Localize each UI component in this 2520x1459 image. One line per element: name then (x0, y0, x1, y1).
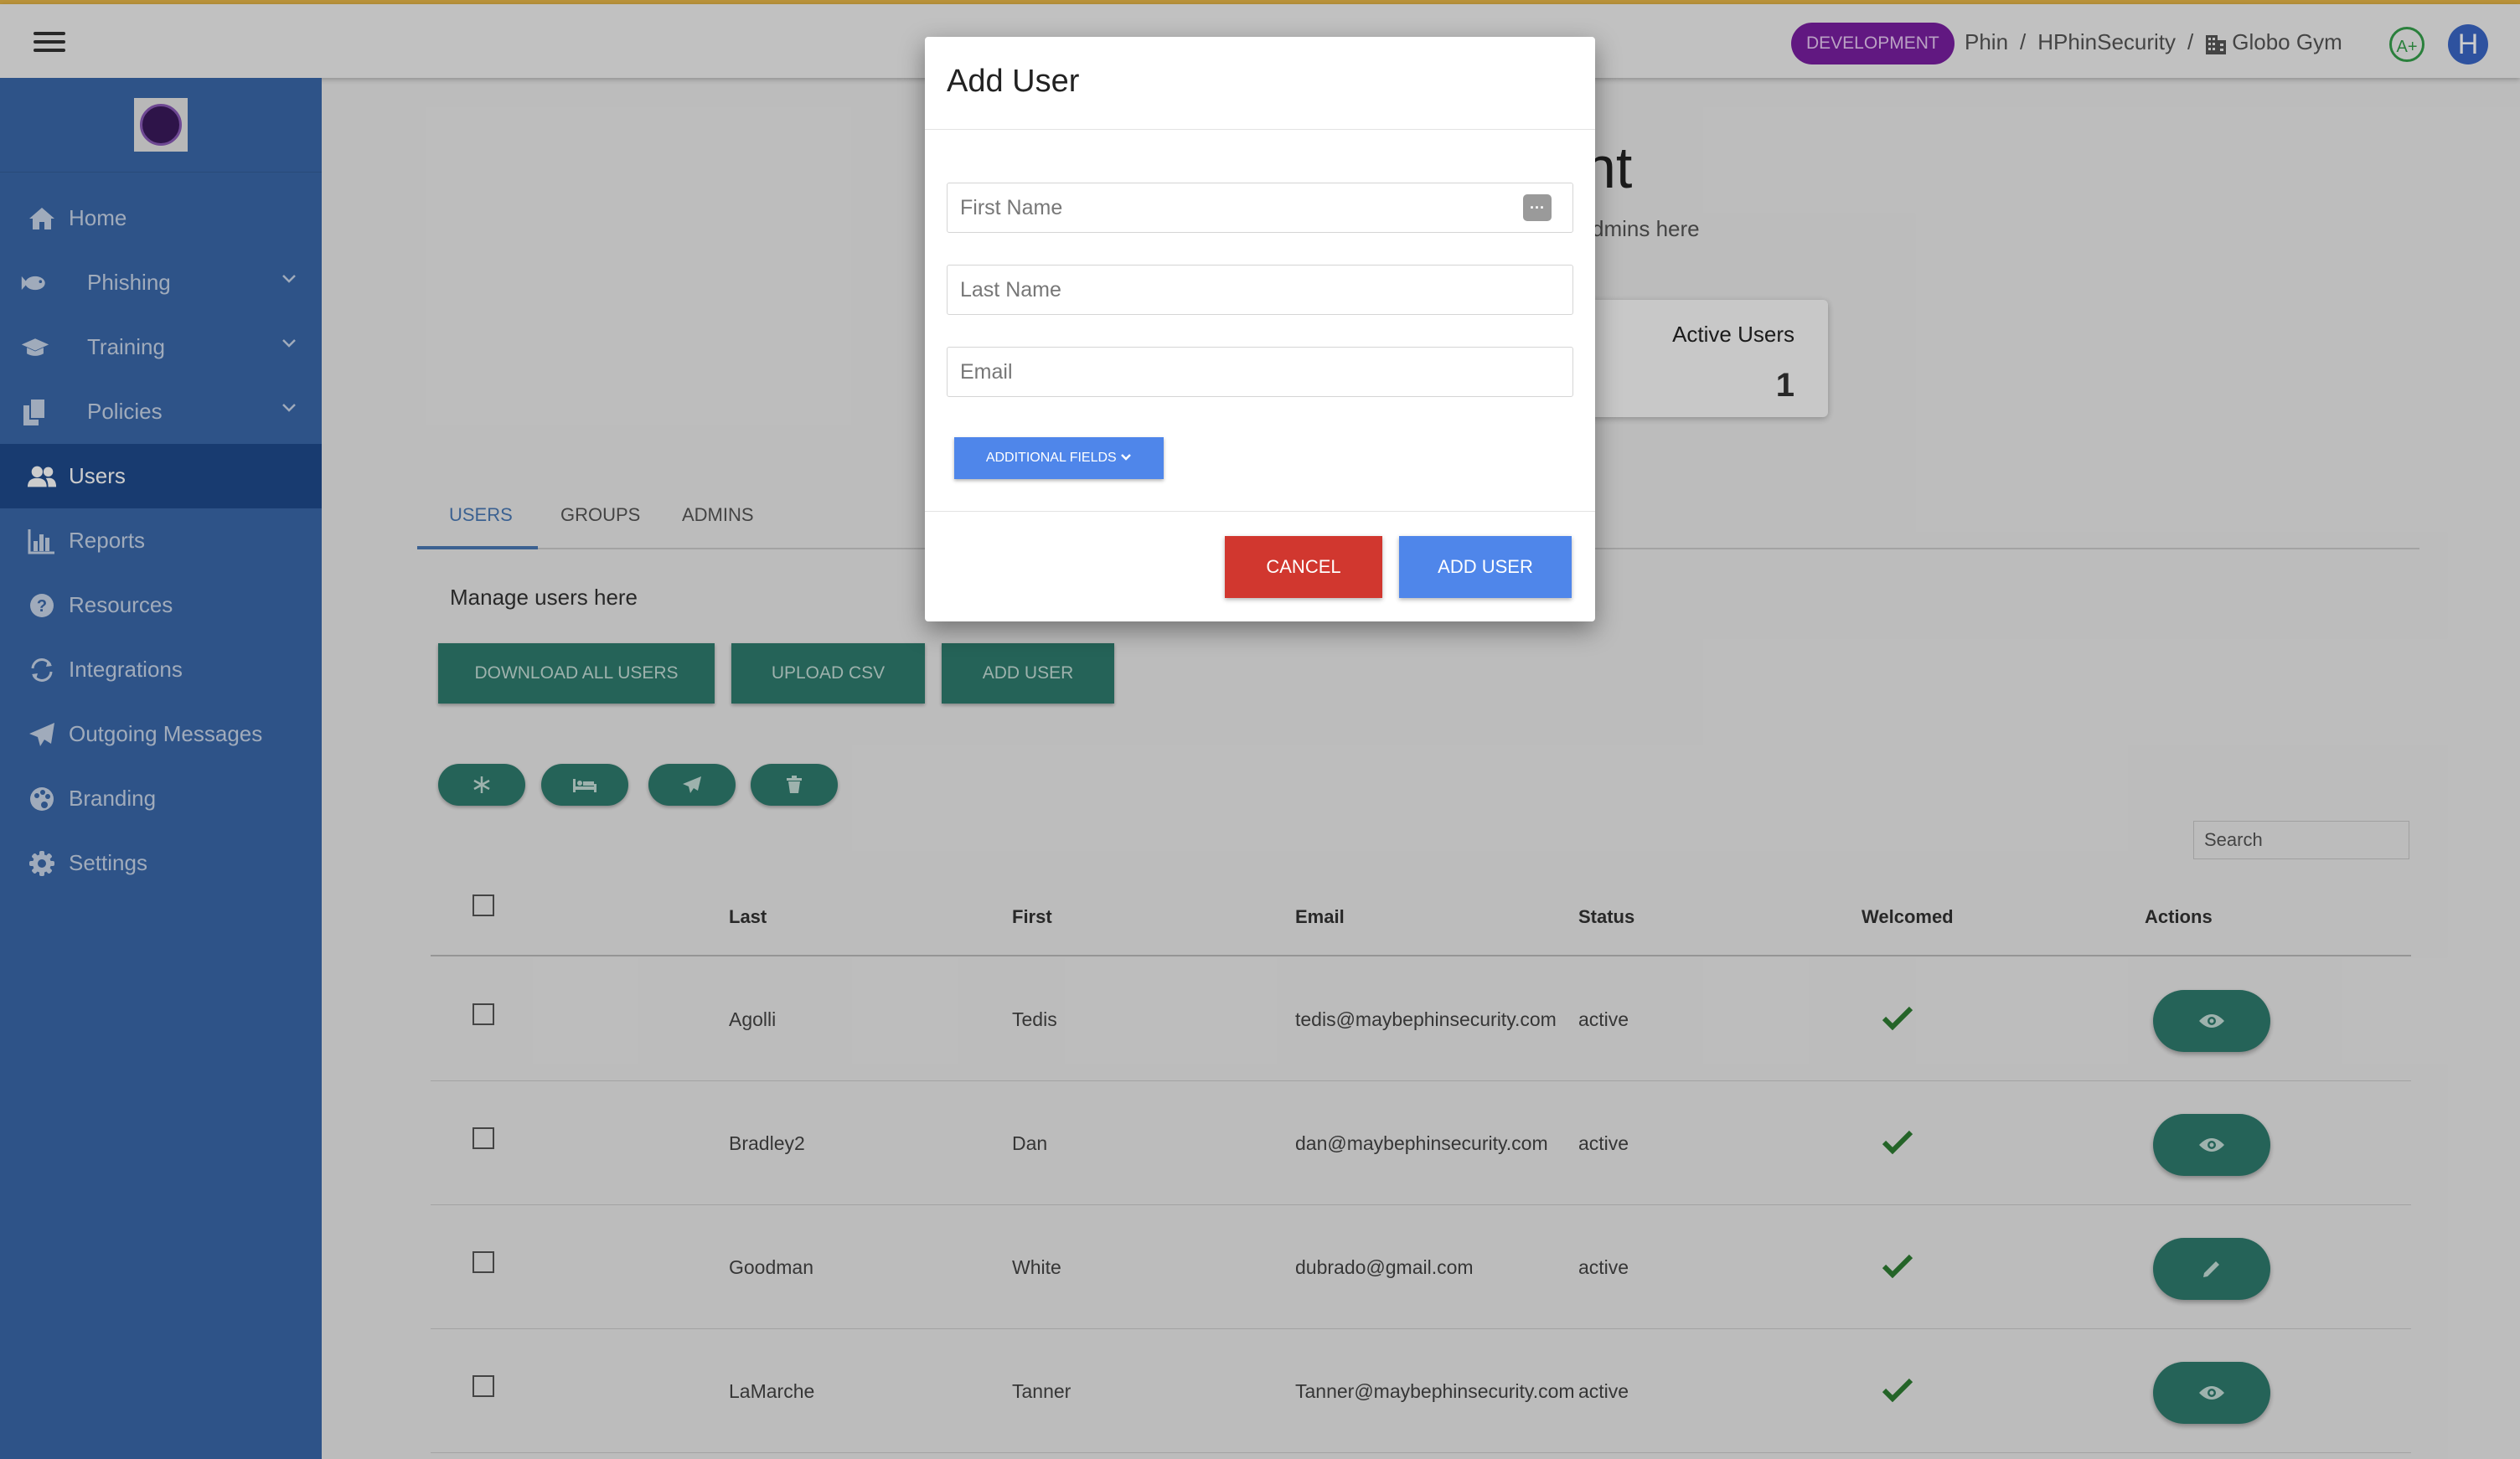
add-user-submit-button[interactable]: ADD USER (1399, 536, 1572, 598)
add-user-modal: Add User ··· ADDITIONAL FIELDS CANCEL AD… (925, 37, 1595, 621)
additional-fields-label: ADDITIONAL FIELDS (985, 451, 1117, 465)
first-name-field[interactable] (947, 183, 1573, 233)
email-field[interactable] (947, 347, 1573, 397)
last-name-field[interactable] (947, 265, 1573, 315)
modal-title: Add User (947, 64, 1080, 99)
chevron-down-icon (1121, 454, 1132, 461)
autofill-icon[interactable]: ··· (1523, 194, 1552, 221)
cancel-button[interactable]: CANCEL (1225, 536, 1382, 598)
additional-fields-button[interactable]: ADDITIONAL FIELDS (954, 437, 1164, 479)
modal-divider (925, 129, 1595, 130)
modal-divider (925, 511, 1595, 512)
